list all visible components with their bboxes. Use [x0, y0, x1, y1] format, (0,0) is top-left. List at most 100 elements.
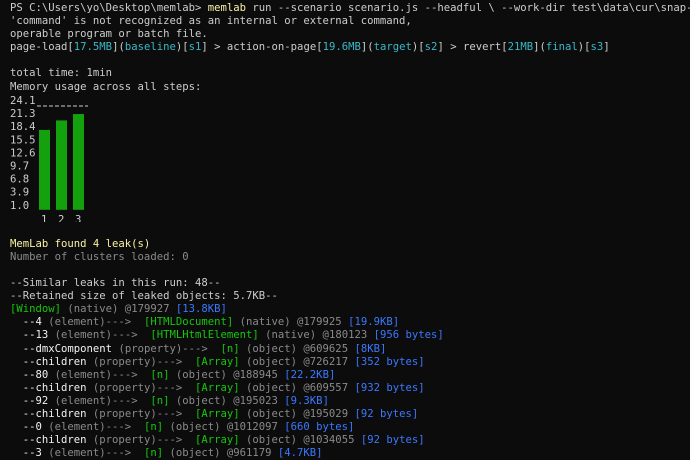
error-line-1: 'command' is not recognized as an intern… — [10, 15, 412, 28]
text-segment: (property)---> — [86, 381, 195, 394]
text-segment: --0 — [10, 421, 42, 434]
trace-line: --0 (element)---> [n] (object) @1012097 … — [10, 421, 690, 434]
text-segment: (object) @609557 — [239, 381, 355, 394]
retained-size: --Retained size of leaked objects: 5.7KB… — [10, 290, 278, 303]
y-tick-label: 3.9 — [10, 187, 29, 199]
y-tick-label: 9.7 — [10, 161, 29, 173]
text-segment: (element)---> — [41, 316, 144, 329]
text-segment: [n] — [143, 447, 164, 460]
text-segment: [4.7KB] — [277, 447, 323, 460]
text-segment: [8KB] — [354, 342, 387, 355]
x-tick-label: 3 — [75, 214, 81, 222]
text-segment: [92 bytes] — [360, 434, 425, 447]
trace-line: --children (property)---> [Array] (objec… — [10, 408, 690, 421]
memory-usage-chart: 24.121.318.415.512.6 9.76.83.91.0 1 2 3 — [10, 95, 88, 222]
text-segment: --children — [10, 355, 87, 368]
memory-bar-3 — [73, 114, 84, 210]
trace-line: --3 (element)---> [n] (object) @961179 [… — [10, 447, 690, 460]
text-segment: [92 bytes] — [354, 407, 419, 420]
text-segment: (object) @1034055 — [239, 434, 361, 447]
trace-line: --children (property)---> [Array] (objec… — [10, 356, 690, 369]
y-tick-label: 12.6 — [10, 147, 36, 159]
trace-line: --dmxComponent (property)---> [n] (objec… — [10, 343, 690, 356]
text-segment: )[ — [411, 41, 425, 54]
text-segment: baseline — [124, 41, 176, 54]
text-segment: (element)---> — [41, 447, 144, 460]
y-tick-label: 6.8 — [10, 174, 29, 186]
text-segment: 19.6MB — [322, 41, 361, 54]
memory-bar-2 — [56, 120, 67, 210]
text-segment: [13.8KB] — [175, 303, 227, 316]
text-segment: ]( — [360, 41, 374, 54]
text-segment: [HTMLDocument] — [143, 316, 234, 329]
text-segment: final — [545, 41, 578, 54]
prompt: PS C:\Users\yo\Desktop\memlab> — [10, 2, 208, 14]
text-segment: (object) @609625 — [239, 342, 355, 355]
text-segment: (object) @726217 — [239, 355, 355, 368]
steps-line: page-load[17.5MB](baseline)[s1] > action… — [10, 41, 690, 54]
command-name: memlab — [207, 2, 246, 14]
text-segment: [660 bytes] — [284, 421, 355, 434]
trace-line: --92 (element)---> [n] (object) @195023 … — [10, 395, 690, 408]
text-segment: ] > action-on-page[ — [201, 41, 323, 54]
text-segment: [19.9KB] — [348, 316, 400, 329]
text-segment: (element)---> — [41, 421, 144, 434]
text-segment: (element)---> — [48, 368, 151, 381]
error-line-2: operable program or batch file. — [10, 28, 208, 41]
text-segment: --80 — [10, 368, 49, 381]
text-segment: [352 bytes] — [354, 355, 425, 368]
text-segment: [932 bytes] — [354, 381, 425, 394]
clusters-loaded: Number of clusters loaded: 0 — [10, 250, 189, 263]
text-segment: (native) @179925 — [233, 316, 349, 329]
text-segment: (property)---> — [112, 342, 221, 355]
text-segment: [Array] — [194, 407, 240, 420]
text-segment: ] — [603, 41, 610, 54]
text-segment: --dmxComponent — [10, 342, 113, 355]
text-segment: [Array] — [194, 355, 240, 368]
text-segment: --4 — [10, 316, 42, 329]
text-segment: (native) @180123 — [258, 329, 374, 342]
text-segment: ]( — [533, 41, 546, 54]
command-line: PS C:\Users\yo\Desktop\memlab> memlab ru… — [10, 2, 690, 15]
text-segment: (element)---> — [48, 394, 151, 407]
text-segment: [22.2KB] — [284, 368, 336, 381]
text-segment: (property)---> — [86, 355, 195, 368]
text-segment: --3 — [10, 447, 42, 460]
text-segment: --92 — [10, 394, 49, 407]
y-tick-label: 18.4 — [10, 121, 36, 133]
text-segment: [n] — [150, 394, 170, 407]
text-segment: (property)---> — [86, 407, 195, 420]
text-segment: (property)---> — [86, 434, 195, 447]
trace-line: --80 (element)---> [n] (object) @188945 … — [10, 369, 690, 382]
y-tick-label: 24.1 — [10, 95, 36, 107]
text-segment: [n] — [220, 342, 240, 355]
text-segment: --children — [10, 434, 87, 447]
text-segment: [9.3KB] — [284, 394, 329, 407]
text-segment: [n] — [150, 368, 170, 381]
x-tick-label: 1 — [41, 214, 47, 222]
text-segment: ] > revert[ — [437, 41, 508, 54]
text-segment: )[ — [175, 41, 189, 54]
text-segment: (object) @961179 — [163, 447, 278, 460]
x-tick-label: 2 — [58, 214, 64, 222]
text-segment: (element)---> — [48, 329, 151, 342]
text-segment: s2 — [424, 41, 438, 54]
total-time: total time: 1min — [10, 67, 113, 80]
text-segment: (native) @179927 — [61, 303, 176, 316]
text-segment: --13 — [10, 329, 49, 342]
text-segment: 17.5MB — [73, 41, 113, 54]
command-args: run --scenario scenario.js --headful \ -… — [252, 2, 690, 14]
leak-trace: [Window] (native) @179927 [13.8KB] --4 (… — [10, 303, 690, 460]
text-segment: [Window] — [10, 303, 62, 316]
text-segment: page-load[ — [10, 41, 74, 54]
text-segment: (object) @188945 — [169, 368, 285, 381]
text-segment: [Array] — [194, 434, 240, 447]
found-leaks: MemLab found 4 leak(s) — [10, 237, 151, 250]
y-tick-label: 1.0 — [10, 200, 29, 212]
text-segment: (object) @195029 — [239, 407, 355, 420]
terminal-window[interactable]: PS C:\Users\yo\Desktop\memlab> memlab ru… — [0, 0, 690, 459]
text-segment: 21MB — [507, 41, 534, 54]
text-segment: [n] — [143, 421, 164, 434]
